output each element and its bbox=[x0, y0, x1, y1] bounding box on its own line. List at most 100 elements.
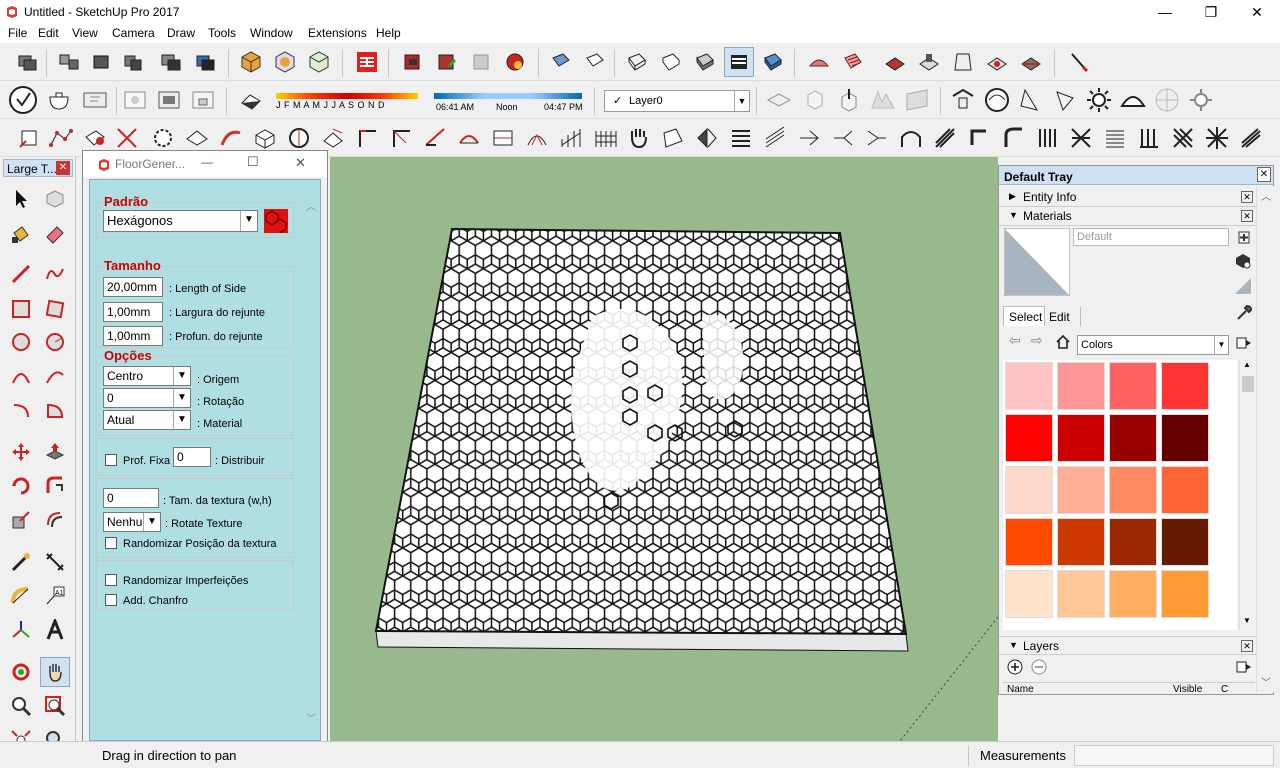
menu-camera[interactable]: Camera bbox=[112, 26, 155, 40]
share-model-icon[interactable] bbox=[432, 47, 462, 77]
sample-paint-icon[interactable] bbox=[1233, 276, 1253, 296]
sun-icon[interactable] bbox=[1084, 85, 1114, 115]
menu-view[interactable]: View bbox=[72, 26, 98, 40]
materials-close[interactable]: ✕ bbox=[1241, 210, 1253, 222]
drape-icon[interactable] bbox=[948, 47, 978, 77]
spot-light-icon[interactable] bbox=[1016, 85, 1046, 115]
time-slider[interactable] bbox=[434, 93, 582, 99]
look-around-icon[interactable] bbox=[982, 85, 1012, 115]
explode-icon[interactable] bbox=[86, 47, 116, 77]
sphere-icon[interactable] bbox=[1152, 85, 1182, 115]
prof-fixa-checkbox[interactable] bbox=[105, 454, 117, 466]
swatch[interactable] bbox=[1109, 466, 1157, 514]
scroll-down-icon[interactable]: ▼ bbox=[1243, 616, 1251, 625]
style-lock-icon[interactable] bbox=[188, 85, 218, 115]
rail-icon[interactable] bbox=[556, 123, 586, 153]
styles-default-icon[interactable] bbox=[8, 85, 38, 115]
gear-icon[interactable] bbox=[148, 123, 178, 153]
dimension-icon[interactable] bbox=[40, 547, 70, 577]
swatch-scrollbar[interactable]: ▲ ▼ bbox=[1239, 360, 1255, 630]
eraser-icon[interactable] bbox=[40, 219, 70, 249]
zoom-window-icon[interactable] bbox=[40, 691, 70, 721]
warehouse-icon[interactable] bbox=[352, 47, 382, 77]
layer-dropdown[interactable]: ✓ Layer0 ▼ bbox=[604, 90, 750, 112]
sandbox-contours-icon[interactable] bbox=[804, 47, 834, 77]
hexagon-pattern-icon[interactable] bbox=[264, 209, 288, 233]
texture-size-input[interactable]: 0 bbox=[103, 488, 159, 508]
swatch[interactable] bbox=[1057, 414, 1105, 462]
swatch[interactable] bbox=[1161, 414, 1209, 462]
swatch[interactable] bbox=[1161, 362, 1209, 410]
menu-help[interactable]: Help bbox=[376, 26, 401, 40]
floor-generator-maximize[interactable]: ☐ bbox=[247, 154, 259, 170]
minimize-button[interactable]: — bbox=[1142, 0, 1188, 24]
wall-icon[interactable] bbox=[488, 123, 518, 153]
tape-measure-icon[interactable] bbox=[6, 547, 36, 577]
rotate-extrude-icon[interactable] bbox=[318, 123, 348, 153]
grout-width-input[interactable]: 1,00mm bbox=[103, 302, 163, 322]
menu-file[interactable]: File bbox=[8, 26, 27, 40]
create-material-icon[interactable] bbox=[1237, 228, 1251, 244]
scroll-down-icon[interactable]: ﹀ bbox=[1261, 674, 1271, 689]
nested-component-icon[interactable] bbox=[156, 47, 186, 77]
material-dropdown[interactable]: Atual ▼ bbox=[103, 410, 191, 430]
curve-surface-icon[interactable] bbox=[522, 123, 552, 153]
follow-me-icon[interactable] bbox=[998, 123, 1028, 153]
xray-icon[interactable] bbox=[546, 47, 576, 77]
zoom-icon[interactable] bbox=[6, 691, 36, 721]
style-hand-icon[interactable] bbox=[80, 85, 110, 115]
stairs-icon[interactable] bbox=[726, 123, 756, 153]
move-icon[interactable] bbox=[6, 437, 36, 467]
extension-manager-icon[interactable] bbox=[500, 47, 530, 77]
follow-me-tool-icon[interactable] bbox=[40, 471, 70, 501]
remove-layer-icon[interactable] bbox=[1031, 659, 1047, 675]
section-cut-icon[interactable] bbox=[800, 85, 830, 115]
scroll-up-icon[interactable]: ▲ bbox=[1243, 360, 1251, 369]
two-point-arc-icon[interactable] bbox=[40, 361, 70, 391]
swatch[interactable] bbox=[1057, 466, 1105, 514]
panels-icon[interactable] bbox=[1134, 123, 1164, 153]
add-detail-icon[interactable] bbox=[982, 47, 1012, 77]
arc-icon[interactable] bbox=[6, 361, 36, 391]
surface-icon[interactable] bbox=[658, 123, 688, 153]
rotate-icon[interactable] bbox=[6, 471, 36, 501]
extension-warehouse-icon[interactable] bbox=[398, 47, 428, 77]
swatch[interactable] bbox=[1109, 570, 1157, 618]
measurements-input[interactable] bbox=[1074, 745, 1274, 766]
floor-generator-scrollbar[interactable]: ︿ ﹀ bbox=[302, 180, 320, 740]
pan-icon[interactable] bbox=[40, 657, 70, 687]
extrude-icon[interactable] bbox=[112, 123, 142, 153]
style-teapot-icon[interactable] bbox=[44, 85, 74, 115]
point-light-icon[interactable] bbox=[1050, 85, 1080, 115]
line-tool-icon[interactable] bbox=[352, 123, 382, 153]
large-tool-set-close[interactable]: ✕ bbox=[56, 161, 70, 175]
swatch[interactable] bbox=[1109, 362, 1157, 410]
box-icon[interactable] bbox=[250, 123, 280, 153]
bezier-icon[interactable] bbox=[46, 123, 76, 153]
menu-draw[interactable]: Draw bbox=[167, 26, 195, 40]
forward-arrow-icon[interactable]: ⇨ bbox=[1031, 332, 1043, 349]
photo-texture-icon[interactable] bbox=[902, 85, 932, 115]
fence-icon[interactable] bbox=[590, 123, 620, 153]
eyedropper-icon[interactable] bbox=[1235, 304, 1253, 322]
swatch[interactable] bbox=[1057, 362, 1105, 410]
entity-info-close[interactable]: ✕ bbox=[1241, 191, 1253, 203]
polygon-icon[interactable] bbox=[40, 327, 70, 357]
swatch[interactable] bbox=[1161, 518, 1209, 566]
component-options-icon[interactable] bbox=[118, 47, 148, 77]
tray-scrollbar[interactable]: ︿ ﹀ bbox=[1256, 186, 1274, 692]
scroll-thumb[interactable] bbox=[1242, 376, 1254, 392]
terrain-icon[interactable] bbox=[868, 85, 898, 115]
model-viewport[interactable] bbox=[330, 157, 998, 741]
offset-icon[interactable] bbox=[40, 505, 70, 535]
shaded-textures-icon[interactable] bbox=[724, 47, 754, 77]
hatch-icon[interactable] bbox=[930, 123, 960, 153]
grout-depth-input[interactable]: 1,00mm bbox=[103, 326, 163, 346]
group-icon[interactable] bbox=[54, 47, 84, 77]
curve-icon[interactable] bbox=[216, 123, 246, 153]
rectangle-icon[interactable] bbox=[6, 294, 36, 324]
side-length-input[interactable]: 20,00mm bbox=[103, 277, 163, 297]
collection-dropdown[interactable]: Colors ▼ bbox=[1077, 335, 1229, 355]
swatch[interactable] bbox=[1109, 518, 1157, 566]
protractor-icon[interactable] bbox=[6, 581, 36, 611]
